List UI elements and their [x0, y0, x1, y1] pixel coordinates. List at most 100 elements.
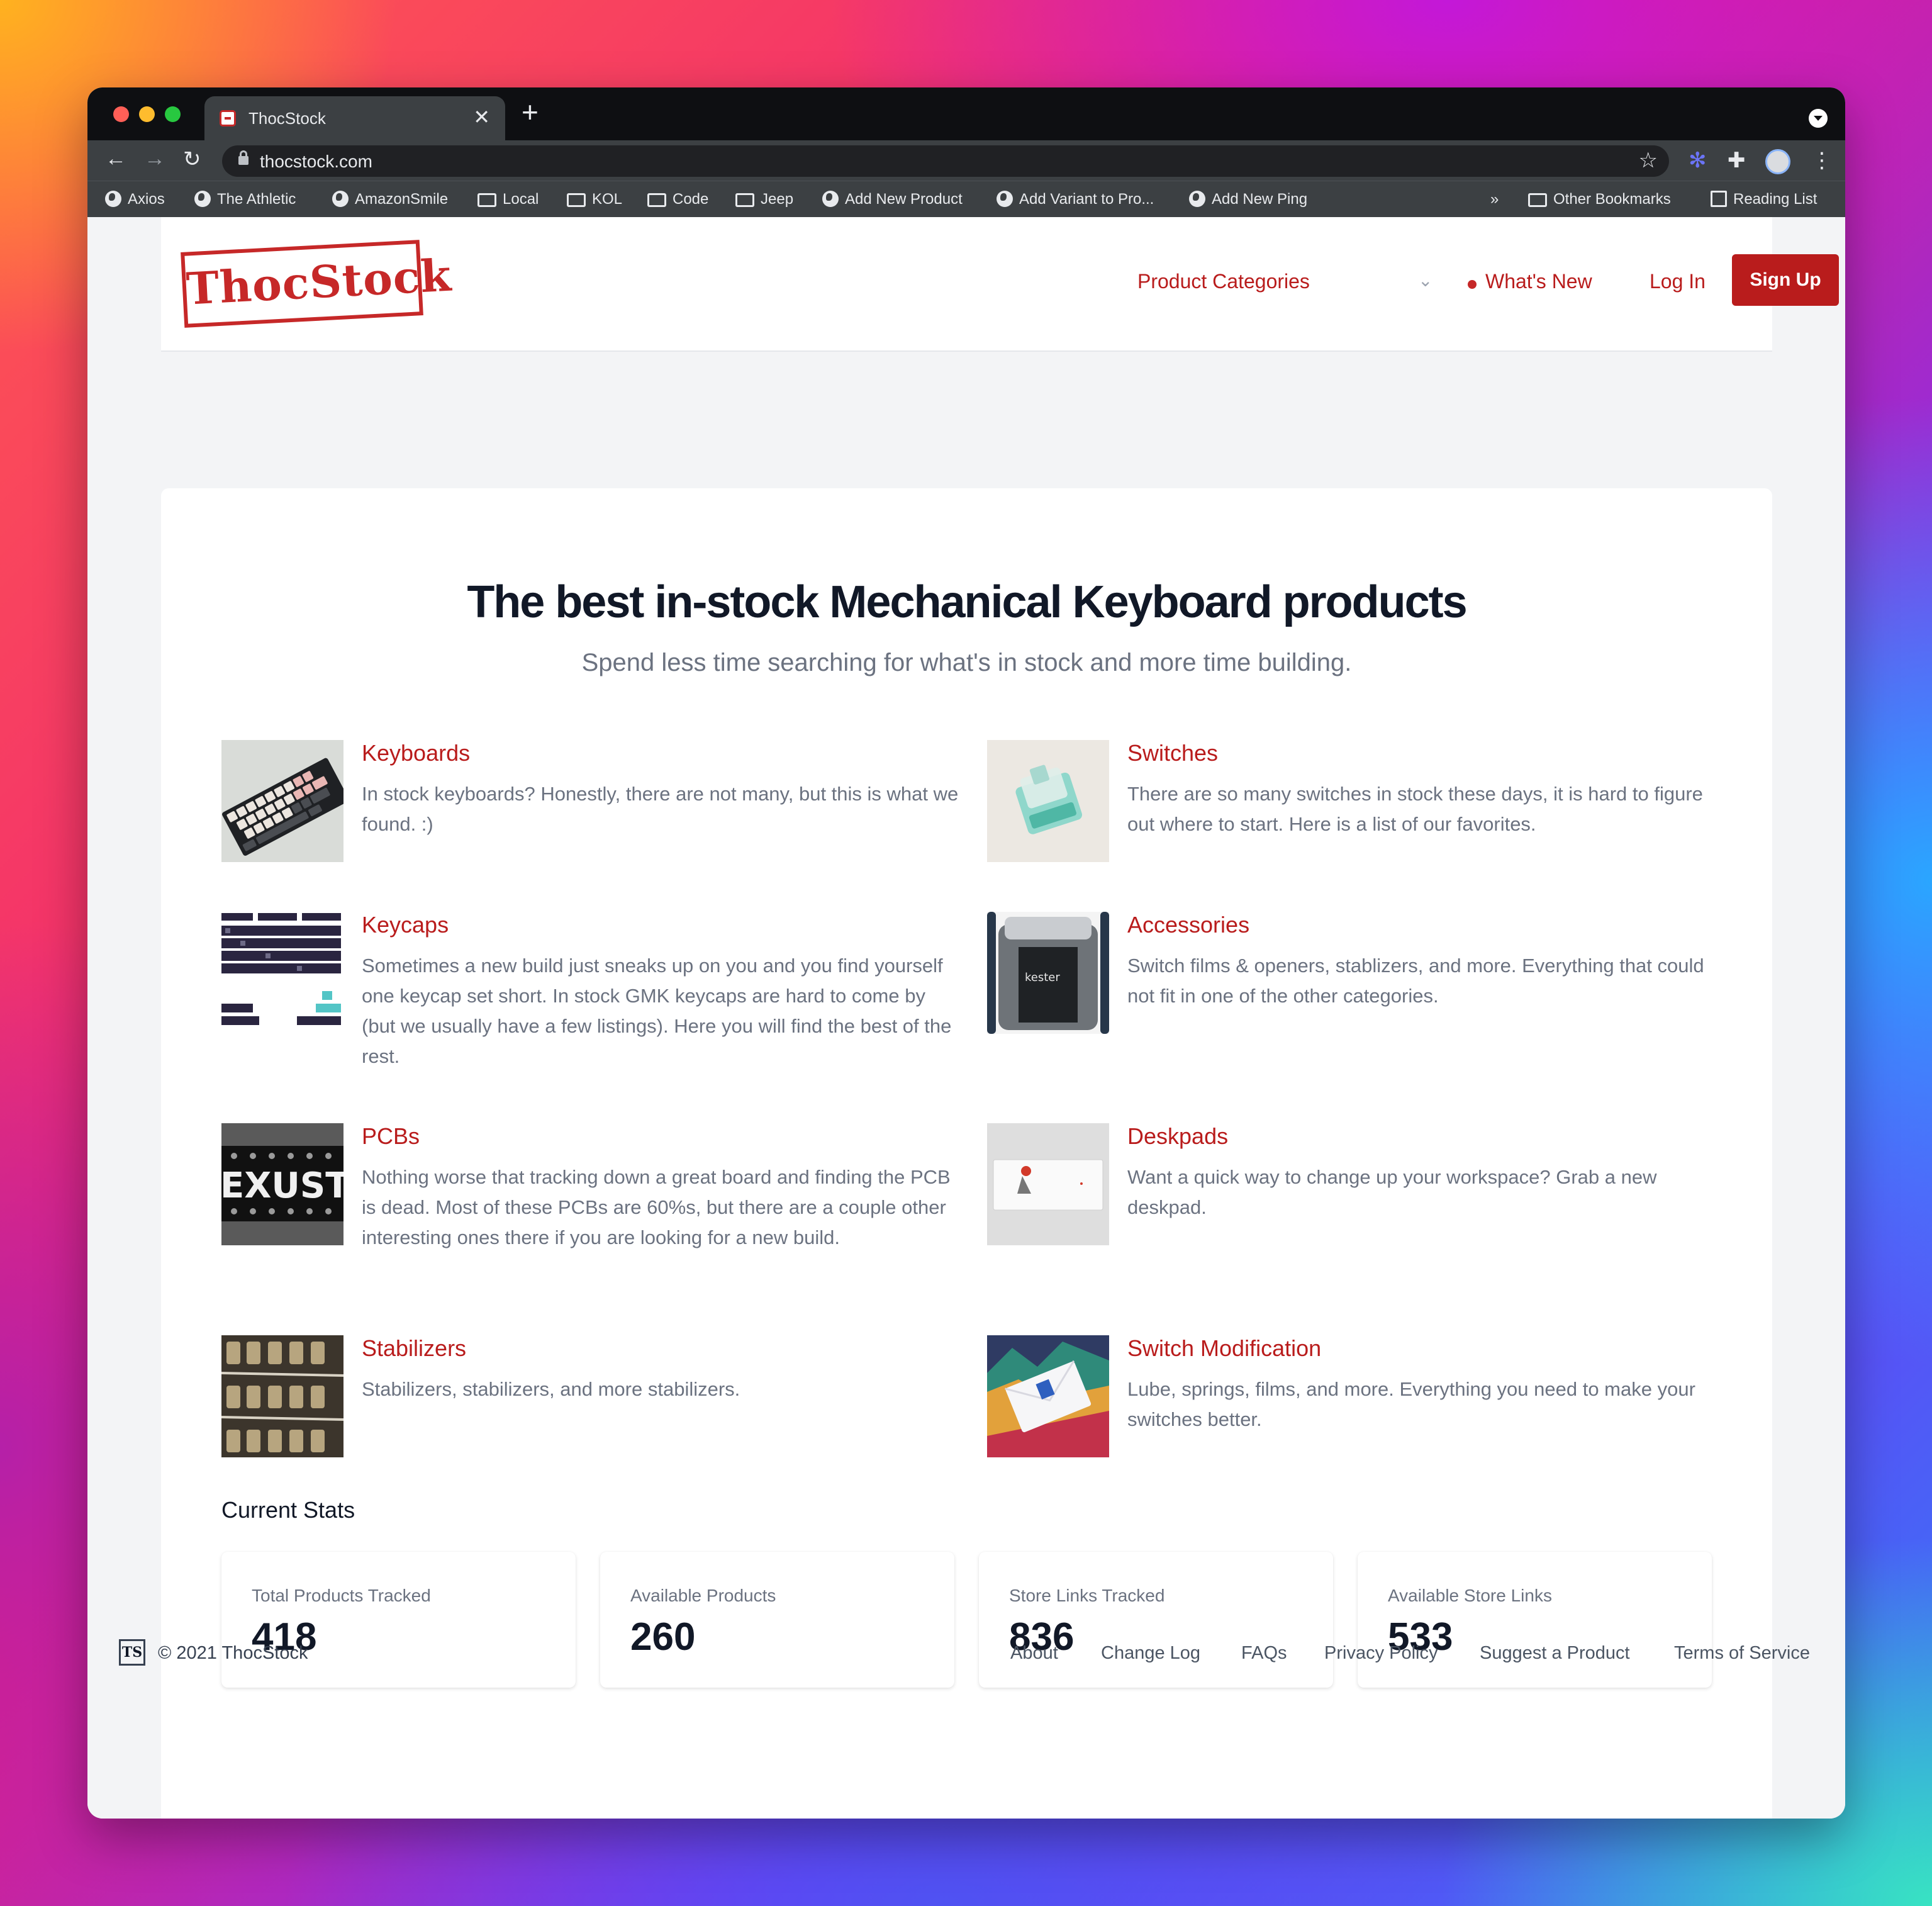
category-description: Want a quick way to change up your works… [1127, 1166, 1657, 1218]
footer-link-change-log[interactable]: Change Log [1101, 1643, 1200, 1664]
stabilizers-thumbnail [221, 1335, 343, 1457]
main-content-card: The best in-stock Mechanical Keyboard pr… [161, 488, 1772, 1819]
category-title[interactable]: Switch Modification [1127, 1335, 1321, 1362]
zoom-window-button[interactable] [165, 106, 181, 122]
footer-link-terms[interactable]: Terms of Service [1674, 1643, 1810, 1664]
reading-list-icon [1711, 191, 1727, 207]
category-title[interactable]: Keycaps [362, 912, 449, 938]
new-indicator-dot [1468, 280, 1477, 289]
globe-icon [997, 191, 1013, 207]
keycaps-thumbnail [221, 912, 343, 1034]
bookmark-folder-local[interactable]: Local [477, 191, 539, 208]
footer-link-faqs[interactable]: FAQs [1241, 1643, 1287, 1664]
stat-label: Available Products [630, 1586, 776, 1605]
bookmark-folder-kol[interactable]: KOL [567, 191, 622, 208]
switches-thumbnail [987, 740, 1109, 862]
thocstock-logo[interactable]: ThocStock [181, 240, 453, 328]
bookmarks-bar: Axios The Athletic AmazonSmile Local KOL… [87, 181, 1845, 217]
bookmark-add-new-ping[interactable]: Add New Ping [1189, 191, 1307, 208]
footer-link-about[interactable]: About [1010, 1643, 1058, 1664]
bookmark-amazonsmile[interactable]: AmazonSmile [332, 191, 448, 208]
svg-text:kester: kester [1025, 971, 1060, 984]
category-title[interactable]: Stabilizers [362, 1335, 466, 1362]
bookmark-the-athletic[interactable]: The Athletic [194, 191, 296, 208]
footer-link-suggest-product[interactable]: Suggest a Product [1480, 1643, 1630, 1664]
stat-label: Available Store Links [1388, 1586, 1552, 1605]
more-menu-icon[interactable]: ⋮ [1811, 148, 1833, 173]
hero-title: The best in-stock Mechanical Keyboard pr… [467, 577, 1467, 627]
stat-card: Available Store Links 533 [1358, 1552, 1712, 1688]
profile-avatar[interactable] [1765, 149, 1790, 174]
accessories-thumbnail: kester [987, 912, 1109, 1034]
site-header: ThocStock Product Categories ⌄ What's Ne… [161, 217, 1839, 352]
forward-button[interactable]: → [144, 147, 165, 171]
nav-whats-new[interactable]: What's New [1485, 270, 1592, 293]
minimize-window-button[interactable] [139, 106, 155, 122]
bookmark-folder-jeep[interactable]: Jeep [735, 191, 793, 208]
svg-text:EXUST: EXUST [221, 1165, 343, 1206]
stat-card: Total Products Tracked 418 [221, 1552, 576, 1688]
other-bookmarks[interactable]: Other Bookmarks [1528, 191, 1671, 208]
reload-button[interactable]: ↻ [183, 147, 201, 172]
browser-toolbar: ← → ↻ thocstock.com ☆ ✻ ✚ ⋮ [87, 140, 1845, 181]
address-bar[interactable]: thocstock.com ☆ [222, 145, 1669, 177]
tab-title: ThocStock [248, 109, 326, 128]
nav-product-categories[interactable]: Product Categories [1137, 270, 1310, 293]
browser-tab-active[interactable]: ThocStock ✕ [204, 96, 505, 140]
category-title[interactable]: Keyboards [362, 740, 470, 766]
globe-icon [194, 191, 211, 207]
switch-modification-thumbnail [987, 1335, 1109, 1457]
bookmark-add-new-product[interactable]: Add New Product [822, 191, 963, 208]
hero-subtitle: Spend less time searching for what's in … [581, 649, 1352, 676]
category-title[interactable]: Accessories [1127, 912, 1249, 938]
deskpads-thumbnail [987, 1123, 1109, 1245]
close-tab-icon[interactable]: ✕ [473, 105, 490, 129]
category-title[interactable]: PCBs [362, 1123, 420, 1150]
browser-window: ThocStock ✕ + ← → ↻ thocstock.com ☆ ✻ ✚ … [87, 87, 1845, 1819]
globe-icon [1189, 191, 1205, 207]
category-description: Sometimes a new build just sneaks up on … [362, 955, 952, 1067]
category-title[interactable]: Deskpads [1127, 1123, 1228, 1150]
lock-icon[interactable] [238, 150, 248, 165]
tab-strip: ThocStock ✕ + [87, 87, 1845, 140]
bookmark-folder-code[interactable]: Code [647, 191, 708, 208]
category-title[interactable]: Switches [1127, 740, 1218, 766]
bookmark-star-icon[interactable]: ☆ [1639, 148, 1658, 173]
puzzle-extensions-icon[interactable]: ✚ [1728, 148, 1746, 173]
folder-icon [1528, 193, 1547, 207]
folder-icon [647, 193, 666, 207]
bookmarks-overflow-chevron-icon[interactable]: » [1490, 191, 1499, 208]
globe-icon [105, 191, 121, 207]
globe-icon [822, 191, 839, 207]
bookmark-add-variant[interactable]: Add Variant to Pro... [997, 191, 1154, 208]
sign-up-button[interactable]: Sign Up [1732, 254, 1839, 306]
keyboards-thumbnail [221, 740, 343, 862]
gear-extension-icon[interactable]: ✻ [1689, 148, 1707, 173]
category-description: Nothing worse that tracking down a great… [362, 1166, 951, 1248]
reading-list[interactable]: Reading List [1711, 191, 1817, 208]
footer-link-privacy-policy[interactable]: Privacy Policy [1324, 1643, 1438, 1664]
pcbs-thumbnail: EXUST [221, 1123, 343, 1245]
stat-label: Total Products Tracked [252, 1586, 431, 1605]
chevron-down-icon[interactable]: ⌄ [1418, 270, 1432, 291]
category-description: Stabilizers, stabilizers, and more stabi… [362, 1378, 740, 1400]
new-tab-button[interactable]: + [522, 95, 539, 129]
category-description: In stock keyboards? Honestly, there are … [362, 783, 959, 835]
bookmark-axios[interactable]: Axios [105, 191, 165, 208]
back-button[interactable]: ← [105, 147, 126, 171]
tab-search-icon[interactable] [1809, 109, 1828, 128]
folder-icon [735, 193, 754, 207]
stat-card: Available Products 260 [600, 1552, 954, 1688]
globe-icon [332, 191, 349, 207]
copyright-text: © 2021 ThocStock [158, 1643, 308, 1663]
category-description: There are so many switches in stock thes… [1127, 783, 1703, 835]
category-description: Lube, springs, films, and more. Everythi… [1127, 1378, 1695, 1430]
stat-value: 260 [630, 1615, 696, 1659]
thocstock-favicon-icon [220, 110, 236, 126]
footer-ts-logo[interactable]: TS [119, 1639, 145, 1666]
nav-log-in[interactable]: Log In [1650, 270, 1706, 293]
stats-section-title: Current Stats [221, 1497, 355, 1523]
category-description: Switch films & openers, stablizers, and … [1127, 955, 1704, 1007]
close-window-button[interactable] [113, 106, 129, 122]
url-text[interactable]: thocstock.com [260, 152, 372, 172]
